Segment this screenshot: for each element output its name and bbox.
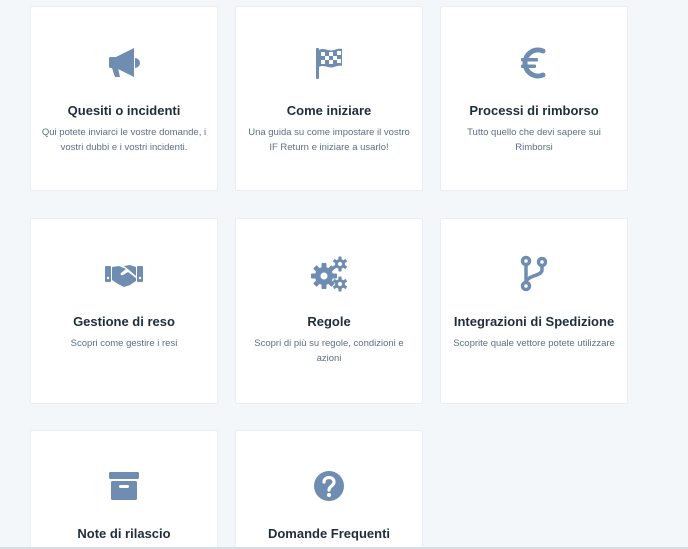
card-description: Tutto quello che devi sapere sui Rimbors… [467,127,601,153]
card-title: Note di rilascio [77,526,171,541]
category-card-returns-management[interactable]: Gestione di reso Scopri come gestire i r… [30,218,218,404]
help-center-categories: Quesiti o incidenti Qui potete inviarci … [0,0,688,549]
category-card-inquiries[interactable]: Quesiti o incidenti Qui potete inviarci … [30,6,218,191]
card-description: Una guida su come impostare il vostro IF… [248,127,410,153]
euro-icon [514,43,554,83]
card-description: Scopri come gestire i resi [70,338,178,349]
card-title: Quesiti o incidenti [67,103,181,118]
card-description: Scoprite quale vettore potete utilizzare [453,338,615,349]
card-title: Gestione di reso [73,314,175,329]
code-branch-icon [514,254,554,294]
category-card-release-notes[interactable]: Note di rilascio [30,430,218,549]
megaphone-icon [104,43,144,83]
card-title: Come iniziare [286,103,372,118]
category-card-getting-started[interactable]: Come iniziare Una guida su come impostar… [235,6,423,191]
question-circle-icon [309,466,349,506]
archive-box-icon [104,466,144,506]
card-title: Processi di rimborso [469,103,599,118]
category-card-refunds[interactable]: Processi di rimborso Tutto quello che de… [440,6,628,191]
card-description: Qui potete inviarci le vostre domande, i… [41,127,207,153]
gears-icon [309,254,349,294]
category-card-rules[interactable]: Regole Scopri di più su regole, condizio… [235,218,423,404]
category-card-faq[interactable]: Domande Frequenti [235,430,423,549]
card-description: Scopri di più su regole, condizioni e az… [254,338,404,364]
checkered-flag-icon [309,43,349,83]
category-card-shipping-integrations[interactable]: Integrazioni di Spedizione Scoprite qual… [440,218,628,404]
card-title: Regole [307,314,351,329]
card-title: Domande Frequenti [267,526,391,541]
card-title: Integrazioni di Spedizione [453,314,615,329]
handshake-icon [104,254,144,294]
